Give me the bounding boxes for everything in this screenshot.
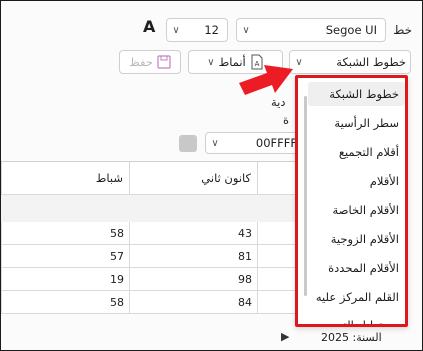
chevron-down-icon: ∨ bbox=[207, 56, 215, 68]
gridlines-dropdown: خطوط الشبكة سطر الرأسية أقلام التجميع ال… bbox=[295, 75, 408, 327]
dropdown-item[interactable]: الأقلام المحددة bbox=[328, 261, 399, 275]
font-name-value: Segoe UI bbox=[325, 23, 377, 37]
table-cell[interactable]: 43 bbox=[129, 222, 257, 245]
group-footer: السنة: 2025 bbox=[321, 331, 382, 344]
font-label: خط bbox=[393, 23, 412, 37]
side-label-1: دية bbox=[271, 95, 286, 109]
gridlines-combo[interactable]: ∨ خطوط الشبكة bbox=[289, 50, 411, 74]
chevron-down-icon: ∨ bbox=[172, 24, 180, 36]
font-size-combo[interactable]: ∨ 12 bbox=[166, 18, 228, 42]
table-cell[interactable]: 58 bbox=[1, 291, 129, 314]
table-cell[interactable]: 98 bbox=[129, 268, 257, 291]
column-header-label: كانون ثاني bbox=[201, 171, 251, 185]
dropdown-item[interactable]: القلم المركز عليه bbox=[316, 290, 399, 304]
color-swatch[interactable] bbox=[179, 135, 197, 152]
font-size-icon[interactable]: A bbox=[143, 17, 155, 36]
arrow-icon bbox=[239, 65, 293, 95]
font-name-combo[interactable]: ∨ Segoe UI bbox=[236, 18, 386, 42]
window: خط ∨ Segoe UI ∨ 12 A ∨ خطوط الشبكة ∨ أنم… bbox=[0, 0, 423, 351]
dropdown-item[interactable]: سطر الرأسية bbox=[334, 116, 399, 130]
dropdown-item[interactable]: أقلام التجميع bbox=[339, 145, 399, 159]
dropdown-scrollbar[interactable] bbox=[304, 96, 307, 296]
table-cell[interactable]: 84 bbox=[129, 291, 257, 314]
font-size-value: 12 bbox=[204, 23, 219, 37]
gridlines-combo-value: خطوط الشبكة bbox=[336, 55, 406, 69]
group-row bbox=[1, 194, 301, 222]
chevron-down-icon: ∨ bbox=[211, 137, 219, 149]
column-header-label: شباط bbox=[95, 171, 123, 185]
dropdown-item[interactable]: الأقلام الخاصة bbox=[333, 203, 399, 217]
save-button[interactable]: حفظ bbox=[119, 50, 181, 74]
table-cell[interactable]: 19 bbox=[1, 268, 129, 291]
dropdown-item[interactable]: الأقلام الزوجية bbox=[331, 232, 399, 246]
table-cell[interactable]: 58 bbox=[1, 222, 129, 245]
color-value: 00FFFF bbox=[255, 136, 297, 150]
chevron-down-icon: ∨ bbox=[242, 24, 250, 36]
data-grid: شباط كانون ثاني 58 43 57 81 19 98 58 84 bbox=[1, 161, 301, 321]
dropdown-item[interactable]: الأقلام bbox=[370, 174, 399, 188]
chevron-right-icon[interactable]: ▶ bbox=[281, 330, 289, 343]
table-cell[interactable]: 57 bbox=[1, 245, 129, 268]
column-header[interactable]: شباط bbox=[1, 162, 129, 194]
table-cell[interactable]: 81 bbox=[129, 245, 257, 268]
side-label-2: ة bbox=[283, 113, 290, 127]
column-header[interactable]: كانون ثاني bbox=[129, 162, 257, 194]
save-icon bbox=[157, 55, 171, 69]
save-button-label: حفظ bbox=[129, 55, 153, 69]
color-combo[interactable]: ∨ 00FFFF bbox=[205, 132, 300, 154]
dropdown-item[interactable]: مستطيل التحديد bbox=[321, 318, 399, 324]
dropdown-item[interactable]: خطوط الشبكة bbox=[329, 87, 399, 101]
